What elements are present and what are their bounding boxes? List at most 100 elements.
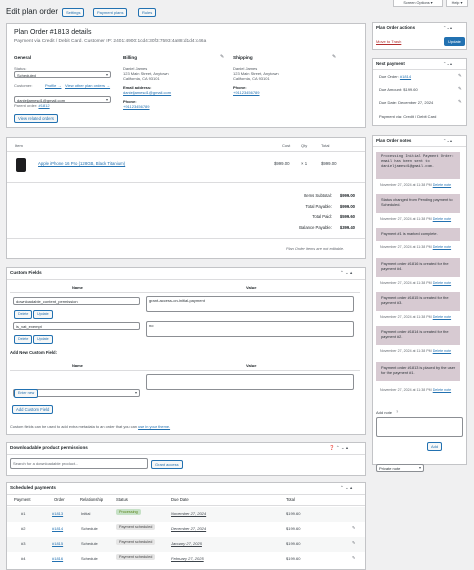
next-payment-arrows[interactable]: ⌃⌄▴: [443, 61, 452, 66]
enter-new-button[interactable]: Enter new: [14, 389, 39, 398]
settings-button[interactable]: Settings: [62, 8, 85, 17]
due-order-edit-icon[interactable]: ✎: [458, 73, 462, 79]
notes-title: Plan Order notes: [376, 138, 412, 143]
rules-button[interactable]: Rules: [138, 8, 157, 17]
due-date-row: Due Date: December 27, 2024: [379, 100, 434, 105]
profile-link[interactable]: Profile →: [45, 83, 61, 88]
downloadable-title: Downloadable product permissions: [10, 445, 88, 450]
scheduled-toggle-arrows[interactable]: ⌃ ⌄ ▴: [340, 485, 352, 491]
delete-note-link[interactable]: Delete note: [433, 349, 451, 353]
move-to-trash-link[interactable]: Move to Trash: [376, 39, 401, 44]
edit-icon[interactable]: ✎: [352, 555, 355, 560]
shipping-edit-icon[interactable]: ✎: [332, 54, 336, 60]
actions-toggle-arrows[interactable]: ⌃⌄▴: [443, 25, 452, 30]
product-link[interactable]: Apple iPhone 16 Pro (128GB, Black Titani…: [38, 161, 125, 166]
shipping-phone-link[interactable]: +91123456789: [233, 90, 260, 95]
notes-toggle-arrows[interactable]: ⌃⌄▴: [443, 138, 452, 143]
cf-value-input-1[interactable]: grant-access-on-initial-payment: [146, 296, 354, 312]
help-icon[interactable]: ?: [396, 409, 398, 414]
col-qty: Qty: [301, 143, 308, 148]
view-related-orders-button[interactable]: View related orders: [14, 114, 59, 123]
order-heading: Plan Order #1813 details: [14, 29, 92, 36]
cf-header-rule: [10, 292, 360, 293]
add-note-button[interactable]: Add: [427, 442, 443, 451]
edit-icon[interactable]: ✎: [352, 525, 355, 530]
product-thumbnail: [16, 158, 26, 172]
delete-note-link[interactable]: Delete note: [433, 315, 451, 319]
due-amount-edit-icon[interactable]: ✎: [458, 86, 462, 92]
cf-new-col-name: Name: [72, 363, 83, 368]
note-4: Payment order #1816 is created for the p…: [376, 258, 460, 277]
delete-note-link[interactable]: Delete note: [433, 388, 451, 392]
cf-name-input-1[interactable]: downloadable_content_permission: [13, 297, 140, 305]
note-meta: November 27, 2024 at 11:38 PM Delete not…: [380, 217, 452, 221]
item-qty: × 1: [301, 161, 308, 166]
billing-address: Daniel James 123 Main Street, Anytown Ca…: [123, 66, 172, 109]
add-new-field-label: Add New Custom Field:: [10, 350, 57, 355]
grant-access-button[interactable]: Grant access: [151, 460, 183, 469]
use-in-theme-link[interactable]: use in your theme.: [138, 424, 170, 429]
items-divider-2: [7, 182, 365, 183]
edit-icon[interactable]: ✎: [352, 540, 355, 545]
sp-order-link[interactable]: #1815: [52, 541, 63, 546]
sp-order-link[interactable]: #1814: [52, 526, 63, 531]
note-type-select[interactable]: Private note: [376, 464, 424, 472]
col-total: Total: [321, 143, 330, 148]
due-order-link[interactable]: #1814: [400, 74, 411, 79]
cf-value-input-2[interactable]: no: [146, 321, 354, 337]
note-1: Processing Initial Payment Order: email …: [376, 152, 460, 179]
status-badge: Payment scheduled: [116, 539, 156, 545]
notes-divider: [373, 146, 466, 147]
cf-update-button-2[interactable]: Update: [33, 335, 53, 344]
update-button[interactable]: Update: [444, 37, 465, 46]
delete-note-link[interactable]: Delete note: [433, 281, 451, 285]
customer-select[interactable]: danieljamesd1@gmail.com: [14, 96, 111, 103]
downloadable-search-input[interactable]: Search for a downloadable product...: [10, 458, 148, 469]
general-title: General: [14, 55, 32, 60]
help-button[interactable]: Help ▾: [446, 0, 468, 7]
note-meta: November 27, 2024 at 11:38 PM Delete not…: [380, 349, 452, 353]
delete-note-link[interactable]: Delete note: [433, 217, 451, 221]
view-other-orders-link[interactable]: View other plan orders →: [65, 83, 110, 88]
downloadable-toggle-icons[interactable]: ❓ ⌃ ⌄ ▴: [329, 445, 348, 451]
cf-delete-button-2[interactable]: Delete: [14, 335, 33, 344]
payment-plans-button[interactable]: Payment plans: [93, 8, 128, 17]
items-divider-3: [7, 238, 365, 239]
cf-new-value-input[interactable]: [146, 374, 354, 390]
shipping-title: Shipping: [233, 55, 253, 60]
billing-phone-link[interactable]: +91123456789: [123, 104, 150, 109]
add-custom-field-button[interactable]: Add Custom Field: [12, 405, 54, 414]
note-meta: November 27, 2024 at 11:38 PM Delete not…: [380, 281, 452, 285]
cf-help-text: Custom fields can be used to add extra m…: [10, 424, 171, 429]
panel-toggle-arrows[interactable]: ⌃ ⌄ ▴: [340, 270, 352, 276]
status-badge: Payment scheduled: [116, 554, 156, 560]
billing-email-link[interactable]: danieljamesd1@gmail.com: [123, 90, 171, 95]
sp-row-2: #2 #1814 Schedule Payment scheduled Dece…: [21, 524, 356, 531]
screen-options-button[interactable]: Screen Options ▾: [393, 0, 443, 7]
sp-order-link[interactable]: #1813: [52, 511, 63, 516]
cf-new-col-value: Value: [246, 363, 257, 368]
add-note-textarea[interactable]: [376, 417, 463, 437]
delete-note-link[interactable]: Delete note: [433, 183, 451, 187]
custom-fields-title: Custom Fields: [10, 270, 42, 275]
note-7: Payment order #1813 is placed by the use…: [376, 362, 460, 381]
page-title: Edit plan order: [6, 7, 59, 16]
shipping-address: Daniel James 123 Main Street, Anytown Ca…: [233, 66, 279, 95]
cf-name-input-2[interactable]: is_vat_exempt: [13, 322, 140, 330]
parent-order-link[interactable]: #1812: [38, 103, 49, 108]
cf-col-name: Name: [72, 285, 83, 290]
due-date-edit-icon[interactable]: ✎: [458, 99, 462, 105]
totals-block: Items Subtotal: $999.00 Total Payable: $99…: [299, 193, 355, 230]
cf-delete-button-1[interactable]: Delete: [14, 310, 33, 319]
cf-update-button-1[interactable]: Update: [33, 310, 53, 319]
status-select[interactable]: Scheduled: [14, 71, 111, 78]
scheduled-title: Scheduled payments: [10, 485, 56, 490]
item-total: $999.00: [321, 161, 337, 166]
cf-col-value: Value: [246, 285, 257, 290]
sp-order-link[interactable]: #1816: [52, 556, 63, 561]
payment-via-row: Payment via: Credit / Debit Card: [379, 114, 437, 119]
note-meta: November 27, 2024 at 11:38 PM Delete not…: [380, 388, 452, 392]
delete-note-link[interactable]: Delete note: [433, 245, 451, 249]
order-subheading: Payment via Credit / Debit Card. Custome…: [14, 39, 207, 44]
billing-edit-icon[interactable]: ✎: [220, 54, 224, 60]
